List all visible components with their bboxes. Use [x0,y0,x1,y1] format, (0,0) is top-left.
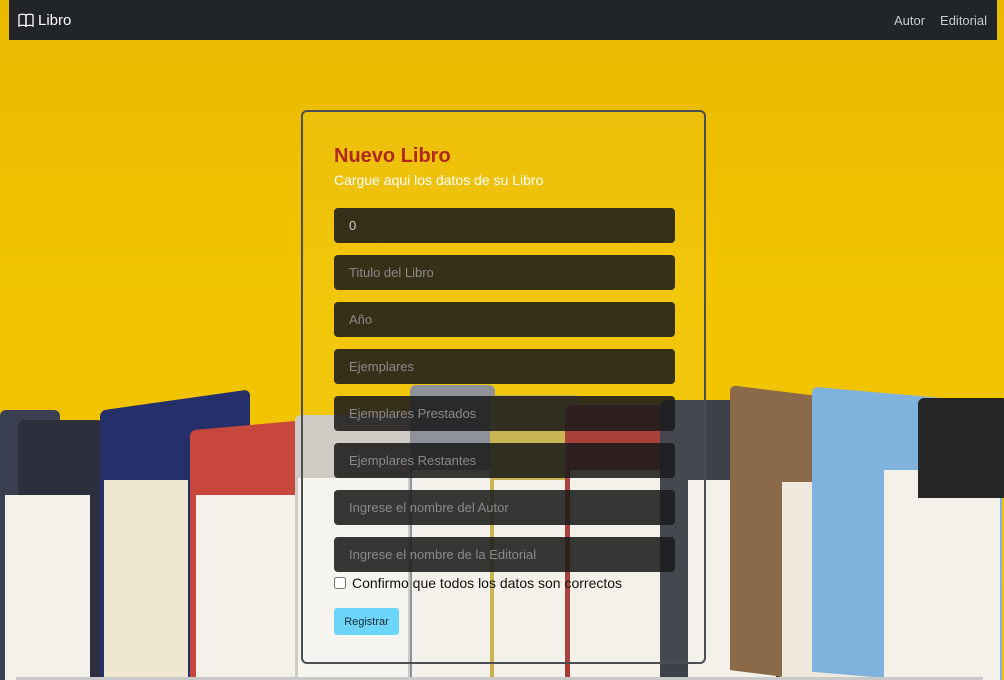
register-button[interactable]: Registrar [334,608,399,635]
confirm-row: Confirmo que todos los datos son correct… [334,575,622,591]
confirm-label: Confirmo que todos los datos son correct… [352,575,623,591]
copies-lent-field[interactable] [334,396,675,431]
confirm-checkbox[interactable] [334,577,346,589]
id-field[interactable] [334,208,675,243]
navbar: Libro Autor Editorial [9,0,997,40]
form-title: Nuevo Libro [334,145,451,167]
copies-remaining-field[interactable] [334,443,675,478]
year-field[interactable] [334,302,675,337]
brand-link[interactable]: Libro [18,12,71,29]
brand-label: Libro [38,11,72,29]
new-book-form: Nuevo Libro Cargue aqui los datos de su … [301,110,706,664]
nav-link-editorial[interactable]: Editorial [940,13,987,28]
copies-field[interactable] [334,349,675,384]
book-open-icon [18,13,34,27]
publisher-name-field[interactable] [334,537,675,572]
form-subtitle: Cargue aqui los datos de su Libro [334,172,544,188]
book-title-field[interactable] [334,255,675,290]
nav-link-autor[interactable]: Autor [894,13,925,28]
author-name-field[interactable] [334,490,675,525]
nav-links: Autor Editorial [894,13,987,28]
